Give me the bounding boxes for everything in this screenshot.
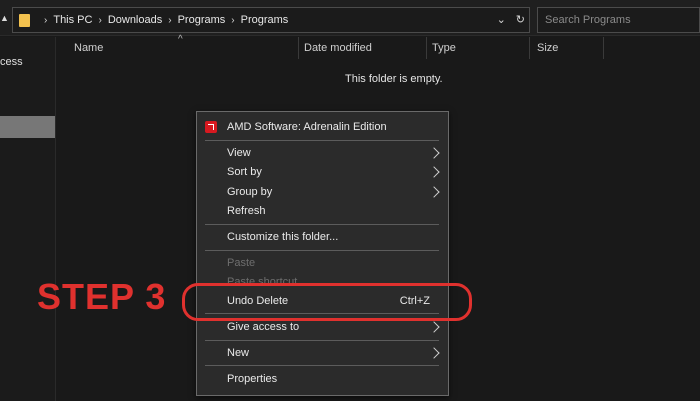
chevron-right-icon[interactable]: › — [231, 15, 234, 26]
address-dropdown-icon[interactable]: ⌄ — [497, 13, 506, 26]
column-header-size[interactable]: Size — [537, 42, 558, 54]
chevron-right-icon — [428, 147, 440, 159]
breadcrumb-programs-current[interactable]: Programs — [241, 14, 289, 26]
menu-item-view[interactable]: View — [227, 147, 251, 159]
chevron-right-icon[interactable]: › — [44, 15, 47, 26]
breadcrumb-programs[interactable]: Programs — [178, 14, 226, 26]
chevron-right-icon[interactable]: › — [168, 15, 171, 26]
step-annotation-label: STEP 3 — [37, 276, 167, 317]
menu-item-properties[interactable]: Properties — [227, 373, 277, 385]
back-arrow-icon[interactable]: ▲ — [0, 13, 9, 23]
menu-item-new[interactable]: New — [227, 347, 249, 359]
menu-separator — [205, 365, 439, 366]
file-explorer-window: ▲ › This PC › Downloads › Programs › Pro… — [0, 0, 700, 406]
column-divider[interactable] — [426, 37, 427, 59]
chevron-right-icon — [428, 321, 440, 333]
column-header-date-modified[interactable]: Date modified — [304, 42, 372, 54]
navigation-pane: cess — [0, 37, 56, 406]
chevron-right-icon — [428, 347, 440, 359]
sidebar-item-quick-access[interactable]: cess — [0, 56, 23, 68]
menu-item-amd-software[interactable]: AMD Software: Adrenalin Edition — [227, 121, 387, 133]
navigation-bar: ▲ › This PC › Downloads › Programs › Pro… — [0, 0, 700, 36]
breadcrumb: › This PC › Downloads › Programs › Progr… — [38, 14, 288, 26]
column-header-type[interactable]: Type — [432, 42, 456, 54]
column-header-name[interactable]: Name — [74, 42, 103, 54]
menu-separator — [205, 224, 439, 225]
empty-folder-message: This folder is empty. — [345, 73, 443, 85]
folder-icon — [19, 13, 30, 27]
column-divider[interactable] — [298, 37, 299, 59]
menu-separator — [205, 250, 439, 251]
column-headers: ^ Name Date modified Type Size — [56, 34, 700, 61]
column-divider[interactable] — [603, 37, 604, 59]
menu-item-paste: Paste — [227, 257, 256, 269]
sort-caret-icon: ^ — [178, 34, 183, 45]
amd-logo-icon — [205, 121, 217, 133]
chevron-right-icon — [428, 186, 440, 198]
menu-separator — [205, 340, 439, 341]
menu-separator — [205, 140, 439, 141]
menu-item-give-access[interactable]: Give access to — [227, 321, 299, 333]
breadcrumb-this-pc[interactable]: This PC — [53, 14, 92, 26]
column-divider[interactable] — [529, 37, 530, 59]
bottom-border — [0, 401, 700, 406]
sidebar-item-selected[interactable] — [0, 116, 55, 138]
search-input[interactable]: Search Programs — [537, 7, 700, 33]
menu-item-sort-by[interactable]: Sort by — [227, 166, 262, 178]
menu-item-customize-folder[interactable]: Customize this folder... — [227, 231, 338, 243]
refresh-icon[interactable]: ↻ — [516, 13, 525, 26]
address-bar[interactable]: › This PC › Downloads › Programs › Progr… — [12, 7, 530, 33]
chevron-right-icon — [428, 166, 440, 178]
undo-delete-highlight-ring — [182, 283, 472, 321]
breadcrumb-downloads[interactable]: Downloads — [108, 14, 162, 26]
context-menu: AMD Software: Adrenalin Edition View Sor… — [196, 111, 449, 396]
menu-item-group-by[interactable]: Group by — [227, 186, 272, 198]
chevron-right-icon[interactable]: › — [98, 15, 101, 26]
menu-item-refresh[interactable]: Refresh — [227, 205, 266, 217]
